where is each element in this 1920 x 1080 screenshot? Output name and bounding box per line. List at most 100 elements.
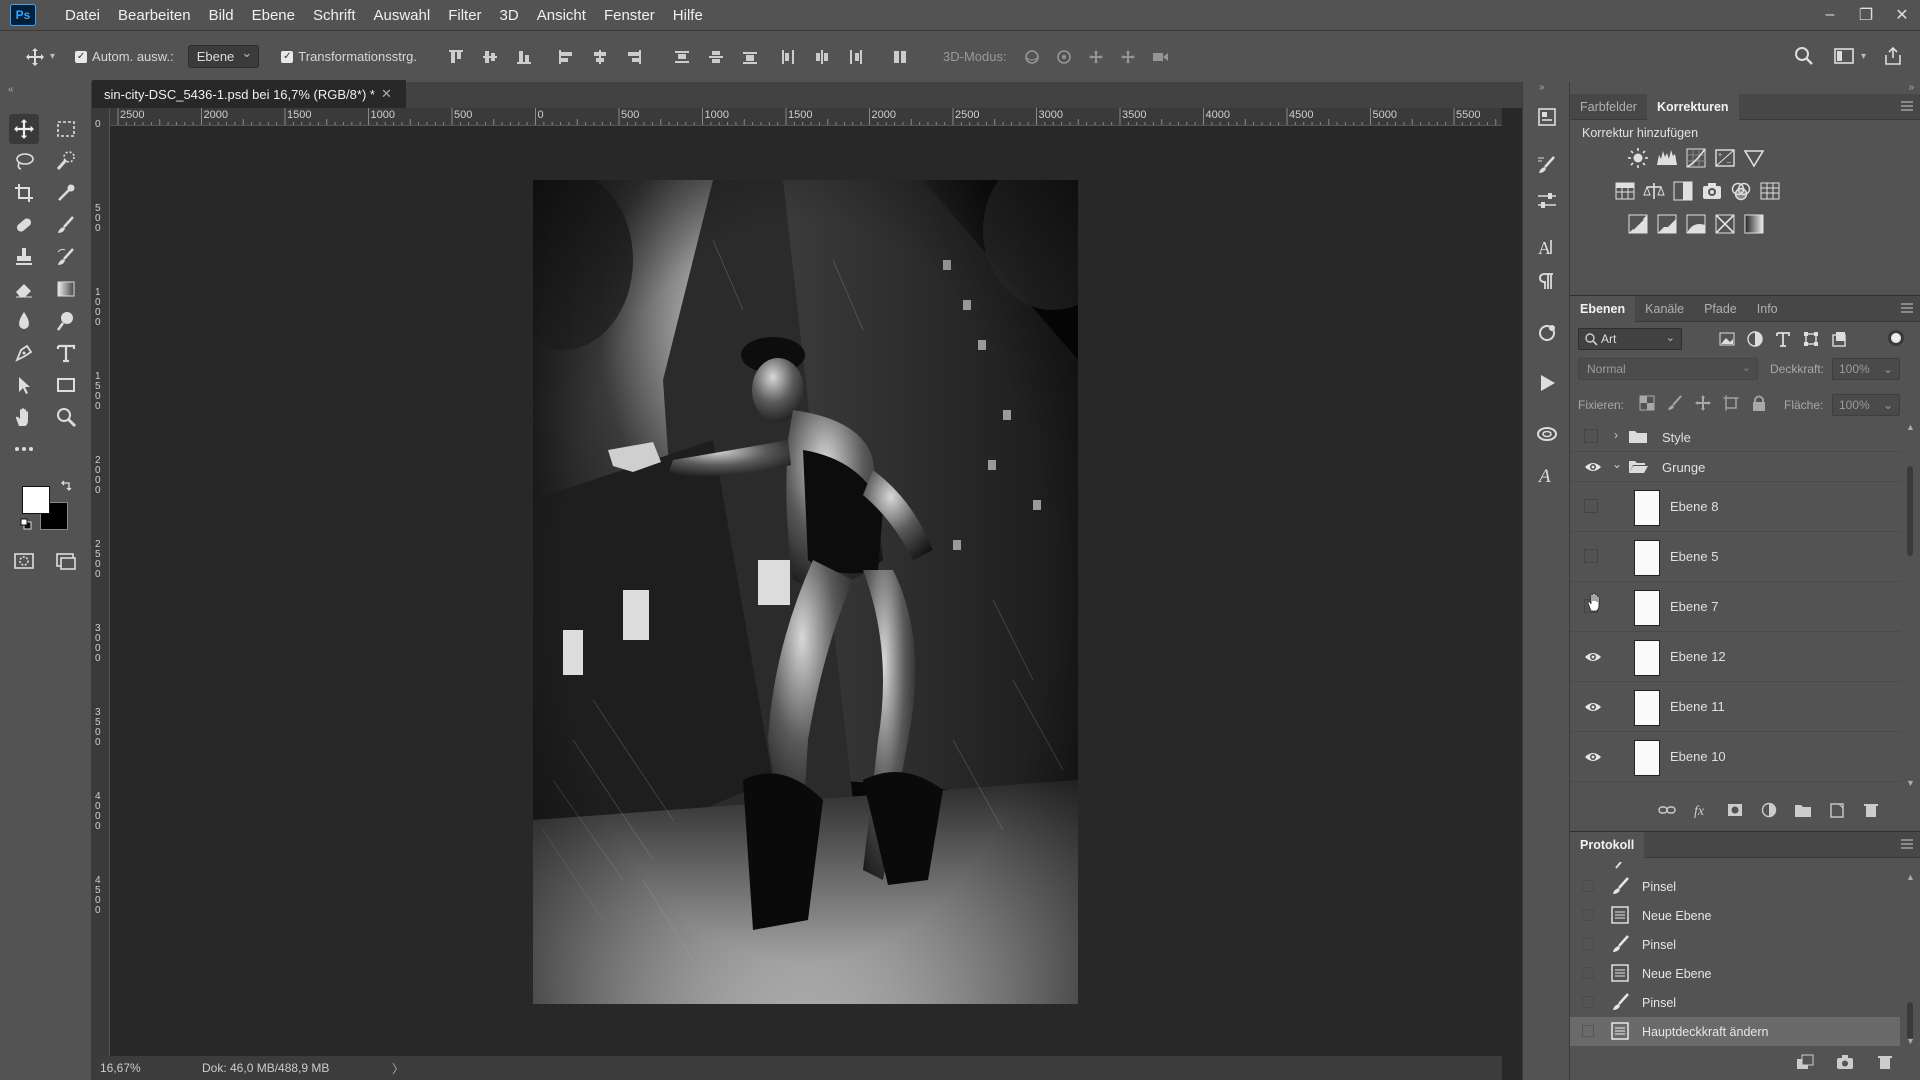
scrollbar-thumb[interactable] <box>1907 466 1913 556</box>
properties-icon[interactable] <box>1532 102 1562 132</box>
menu-item-ebene[interactable]: Ebene <box>243 7 304 24</box>
tab-info[interactable]: Info <box>1747 296 1788 322</box>
lock-artboard-icon[interactable] <box>1722 394 1740 412</box>
auto-select-option[interactable]: ✓ Autom. ausw.: <box>75 49 174 64</box>
visibility-toggle-off[interactable] <box>1584 549 1598 563</box>
menu-item-hilfe[interactable]: Hilfe <box>664 7 712 24</box>
levels-icon[interactable] <box>1656 147 1678 169</box>
path-selection-tool-icon[interactable] <box>9 370 39 400</box>
tab-protokoll[interactable]: Protokoll <box>1570 831 1645 858</box>
color-lookup-icon[interactable] <box>1759 180 1781 202</box>
history-item[interactable]: Pinsel <box>1570 872 1900 901</box>
snapshot-camera-icon[interactable] <box>1836 1054 1854 1070</box>
menu-item-bearbeiten[interactable]: Bearbeiten <box>109 7 200 24</box>
lasso-tool-icon[interactable] <box>9 146 39 176</box>
workspace-icon[interactable] <box>1831 43 1857 69</box>
channel-mixer-icon[interactable] <box>1730 180 1752 202</box>
add-mask-icon[interactable] <box>1726 802 1744 818</box>
scroll-down-icon[interactable]: ▼ <box>1906 778 1915 788</box>
scroll-up-icon[interactable]: ▲ <box>1906 422 1915 432</box>
glyphs-icon[interactable]: A <box>1532 460 1562 490</box>
filter-toggle-switch[interactable] <box>1888 330 1904 346</box>
gradient-tool-icon[interactable] <box>51 274 81 304</box>
eye-icon[interactable] <box>1584 699 1602 715</box>
filter-adjustment-icon[interactable] <box>1746 330 1764 348</box>
menu-item-filter[interactable]: Filter <box>439 7 490 24</box>
distribute-vcenter-icon[interactable] <box>703 44 729 70</box>
layer-group-grunge[interactable]: ⌄ Grunge <box>1570 452 1900 482</box>
move-tool-icon[interactable] <box>9 114 39 144</box>
layers-scrollbar[interactable]: ▲ ▼ <box>1904 422 1916 792</box>
search-icon[interactable] <box>1791 43 1817 69</box>
color-balance-icon[interactable] <box>1643 180 1665 202</box>
menu-item-bild[interactable]: Bild <box>200 7 243 24</box>
align-left-icon[interactable] <box>553 44 579 70</box>
history-panel-menu-icon[interactable] <box>1900 838 1914 850</box>
history-item-selected[interactable]: Hauptdeckkraft ändern <box>1570 1017 1900 1046</box>
transform-controls-checkbox[interactable]: ✓ <box>281 50 294 63</box>
black-white-icon[interactable] <box>1672 180 1694 202</box>
align-hcenter-icon[interactable] <box>587 44 613 70</box>
transform-controls-option[interactable]: ✓ Transformationsstrg. <box>281 49 417 64</box>
canvas-area[interactable] <box>110 126 1502 1056</box>
distribute-bottom-icon[interactable] <box>737 44 763 70</box>
restore-button[interactable]: ❐ <box>1848 0 1884 30</box>
lock-transparent-pixels-icon[interactable] <box>1638 394 1656 412</box>
zoom-level[interactable]: 16,67% <box>100 1061 180 1075</box>
selective-color-icon[interactable] <box>1714 213 1736 235</box>
quick-mask-icon[interactable] <box>9 546 39 576</box>
swap-colors-icon[interactable] <box>60 480 72 492</box>
filter-pixel-icon[interactable] <box>1718 330 1736 348</box>
history-snapshot-box[interactable] <box>1582 1025 1594 1037</box>
align-right-icon[interactable] <box>621 44 647 70</box>
history-scrollbar[interactable]: ▲ ▼ <box>1904 872 1916 1048</box>
lock-position-icon[interactable] <box>1694 394 1712 412</box>
new-layer-icon[interactable] <box>1828 802 1846 818</box>
workspace-chevron-icon[interactable]: ▾ <box>1861 51 1866 62</box>
invert-icon[interactable] <box>1627 213 1649 235</box>
actions-play-icon[interactable] <box>1532 368 1562 398</box>
libraries-icon[interactable] <box>1532 318 1562 348</box>
character-panel-icon[interactable]: A <box>1532 232 1562 262</box>
hue-saturation-icon[interactable] <box>1614 180 1636 202</box>
chevron-right-icon[interactable]: › <box>1614 428 1618 442</box>
filter-smart-object-icon[interactable] <box>1830 330 1848 348</box>
panel-menu-icon[interactable] <box>1900 100 1914 112</box>
layer-style-fx-icon[interactable]: fx <box>1692 802 1710 818</box>
align-vcenter-icon[interactable] <box>477 44 503 70</box>
new-adjustment-layer-icon[interactable] <box>1760 802 1778 818</box>
align-top-icon[interactable] <box>443 44 469 70</box>
fill-input[interactable]: 100% ⌄ <box>1832 394 1900 416</box>
tab-farbfelder[interactable]: Farbfelder <box>1570 94 1647 120</box>
new-group-icon[interactable] <box>1794 802 1812 818</box>
gradient-map-icon[interactable] <box>1743 213 1765 235</box>
distribute-left-icon[interactable] <box>775 44 801 70</box>
layer-row-ebene-12[interactable]: Ebene 12 <box>1570 632 1900 682</box>
threshold-icon[interactable] <box>1685 213 1707 235</box>
history-item[interactable]: Neue Ebene <box>1570 901 1900 930</box>
healing-brush-tool-icon[interactable] <box>9 210 39 240</box>
pen-tool-icon[interactable] <box>9 338 39 368</box>
menu-item-ansicht[interactable]: Ansicht <box>528 7 595 24</box>
tab-ebenen[interactable]: Ebenen <box>1570 295 1636 322</box>
layer-group-style[interactable]: › Style <box>1570 422 1900 452</box>
layers-panel-menu-icon[interactable] <box>1900 302 1914 314</box>
collapse-panels-icon[interactable]: » <box>1908 82 1914 93</box>
distribute-hcenter-icon[interactable] <box>809 44 835 70</box>
clone-stamp-tool-icon[interactable] <box>9 242 39 272</box>
quick-selection-tool-icon[interactable] <box>51 146 81 176</box>
history-snapshot-box[interactable] <box>1582 938 1594 950</box>
layer-row-ebene-10[interactable]: Ebene 10 <box>1570 732 1900 782</box>
close-tab-icon[interactable]: ✕ <box>381 86 392 102</box>
opacity-input[interactable]: 100% ⌄ <box>1832 358 1900 380</box>
default-colors-icon[interactable] <box>20 518 32 530</box>
screen-mode-icon[interactable] <box>51 546 81 576</box>
foreground-color-swatch[interactable] <box>22 486 50 514</box>
brush-settings-icon[interactable] <box>1532 150 1562 180</box>
layer-row-ebene-11[interactable]: Ebene 11 <box>1570 682 1900 732</box>
history-item[interactable]: Pinsel <box>1570 930 1900 959</box>
distribute-top-icon[interactable] <box>669 44 695 70</box>
adjustment-sliders-icon[interactable] <box>1532 186 1562 216</box>
new-document-from-state-icon[interactable] <box>1796 1054 1814 1070</box>
history-brush-tool-icon[interactable] <box>51 242 81 272</box>
